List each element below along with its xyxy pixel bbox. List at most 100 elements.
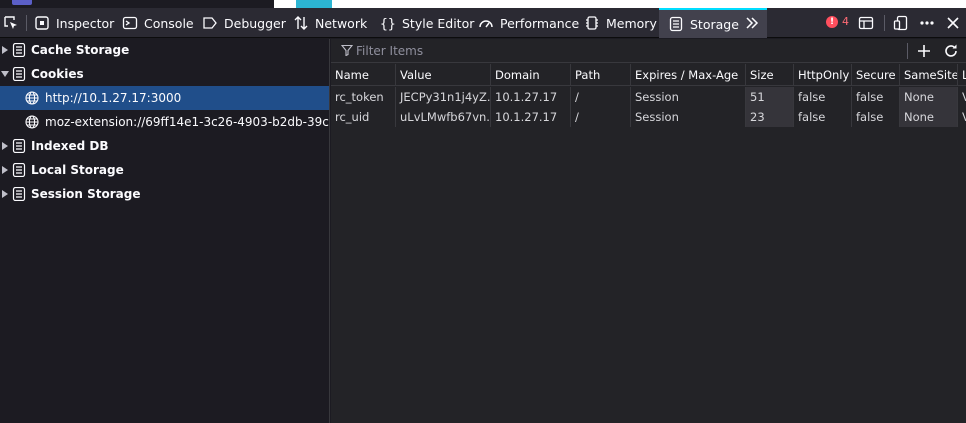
tree-item-host-extension[interactable]: moz-extension://69ff14e1-3c26-4903-b2db-… <box>0 110 329 134</box>
cell-samesite: None <box>900 87 958 107</box>
tab-network[interactable]: Network <box>293 8 367 38</box>
cell-size: 23 <box>746 107 794 127</box>
cell-last-accessed: V <box>962 90 966 104</box>
expand-arrow-icon[interactable] <box>2 142 8 150</box>
cookies-panel: Name Value Domain Path Expires / Max-Age… <box>331 39 966 423</box>
chevron-double-right-icon[interactable] <box>744 15 760 31</box>
column-header-httponly[interactable]: HttpOnly <box>794 64 852 85</box>
column-header-name[interactable]: Name <box>331 64 396 85</box>
cell-domain: 10.1.27.17 <box>491 87 571 107</box>
tree-item-label: Session Storage <box>31 187 141 201</box>
tab-style-editor[interactable]: {} Style Editor <box>380 8 474 38</box>
storage-group-icon <box>12 187 26 201</box>
cell-secure: false <box>852 107 900 127</box>
debugger-icon <box>203 17 217 29</box>
tab-label: Storage <box>690 16 739 32</box>
tab-inspector[interactable]: Inspector <box>34 8 114 38</box>
cell-expires: Session <box>631 107 746 127</box>
storage-group-icon <box>12 139 26 153</box>
column-header-secure[interactable]: Secure <box>852 64 900 85</box>
tree-item-label: moz-extension://69ff14e1-3c26-4903-b2db-… <box>45 115 329 129</box>
tree-item-host-localhost[interactable]: http://10.1.27.17:3000 <box>0 86 329 110</box>
tab-label: Network <box>315 15 368 31</box>
tree-item-cache-storage[interactable]: Cache Storage <box>0 39 329 62</box>
tab-console[interactable]: Console <box>122 8 194 38</box>
tree-item-label: Local Storage <box>31 163 124 177</box>
column-header-size[interactable]: Size <box>746 64 794 85</box>
collapse-arrow-icon[interactable] <box>1 71 9 77</box>
column-header-samesite[interactable]: SameSite <box>900 64 958 85</box>
globe-icon <box>25 115 39 129</box>
cell-path: / <box>571 87 631 107</box>
expand-arrow-icon[interactable] <box>2 190 8 198</box>
expand-arrow-icon[interactable] <box>2 46 8 54</box>
tree-item-session-storage[interactable]: Session Storage <box>0 182 329 206</box>
storage-icon <box>669 16 683 32</box>
style-editor-icon: {} <box>380 17 396 31</box>
expand-arrow-icon[interactable] <box>2 166 8 174</box>
tab-performance[interactable]: Performance <box>478 8 579 38</box>
storage-group-icon <box>12 163 26 177</box>
cell-path: / <box>571 107 631 127</box>
memory-icon <box>586 16 598 30</box>
error-count: 4 <box>842 15 849 28</box>
cell-size: 51 <box>746 87 794 107</box>
tree-item-local-storage[interactable]: Local Storage <box>0 158 329 182</box>
add-item-icon[interactable] <box>915 42 933 60</box>
tree-item-indexed-db[interactable]: Indexed DB <box>0 134 329 158</box>
storage-group-icon <box>12 67 26 81</box>
cell-name: rc_token <box>331 87 396 107</box>
filter-bar <box>331 39 966 63</box>
filter-icon <box>341 44 353 56</box>
cell-name: rc_uid <box>331 107 396 127</box>
storage-group-icon <box>12 43 26 57</box>
console-icon <box>122 16 138 30</box>
tab-debugger[interactable]: Debugger <box>202 8 286 38</box>
tree-item-label: http://10.1.27.17:3000 <box>45 91 182 105</box>
inspector-icon <box>35 16 49 30</box>
element-picker-icon[interactable] <box>3 15 19 31</box>
error-icon: ! <box>826 15 838 28</box>
tab-label: Memory <box>606 15 657 31</box>
tab-label: Inspector <box>56 15 115 31</box>
tab-label: Performance <box>500 15 580 31</box>
performance-icon <box>479 20 493 28</box>
tree-item-label: Indexed DB <box>31 139 109 153</box>
tab-label: Console <box>144 15 194 31</box>
table-row[interactable]: rc_token JECPy31n1j4yZ... 10.1.27.17 / S… <box>331 87 966 107</box>
column-header-value[interactable]: Value <box>396 64 491 85</box>
filter-items-input[interactable] <box>356 43 896 58</box>
tree-item-cookies[interactable]: Cookies <box>0 62 329 86</box>
globe-icon <box>25 91 39 105</box>
cell-expires: Session <box>631 87 746 107</box>
more-horizontal-icon[interactable] <box>919 15 935 31</box>
cell-samesite: None <box>900 107 958 127</box>
cell-last-accessed: V <box>962 110 966 124</box>
network-icon <box>294 16 308 30</box>
column-header-expires[interactable]: Expires / Max-Age <box>631 64 746 85</box>
frames-icon[interactable] <box>858 15 874 31</box>
svg-text:{}: {} <box>380 17 396 31</box>
column-header-domain[interactable]: Domain <box>491 64 571 85</box>
refresh-icon[interactable] <box>942 42 960 60</box>
cell-httponly: false <box>794 107 852 127</box>
column-header-last-accessed[interactable]: L <box>958 64 966 85</box>
tab-label: Debugger <box>224 15 286 31</box>
error-count-badge[interactable]: ! 4 <box>826 15 849 28</box>
tab-memory[interactable]: Memory <box>584 8 657 38</box>
cell-domain: 10.1.27.17 <box>491 107 571 127</box>
cell-value: uLvLMwfb67vn... <box>396 107 491 127</box>
page-content-strip <box>0 0 966 8</box>
devtools-toolbar: Inspector Console Debugger Network {} St… <box>0 8 966 38</box>
tree-item-label: Cookies <box>31 67 84 81</box>
tab-label: Style Editor <box>402 15 475 31</box>
tree-item-label: Cache Storage <box>31 43 130 57</box>
column-header-path[interactable]: Path <box>571 64 631 85</box>
storage-tree-sidebar: Cache Storage Cookies http://10.1.27.17:… <box>0 39 330 423</box>
cell-httponly: false <box>794 87 852 107</box>
table-row[interactable]: rc_uid uLvLMwfb67vn... 10.1.27.17 / Sess… <box>331 107 966 127</box>
table-header-row: Name Value Domain Path Expires / Max-Age… <box>331 64 966 86</box>
close-icon[interactable] <box>945 15 961 31</box>
responsive-design-icon[interactable] <box>893 15 909 31</box>
cell-secure: false <box>852 87 900 107</box>
